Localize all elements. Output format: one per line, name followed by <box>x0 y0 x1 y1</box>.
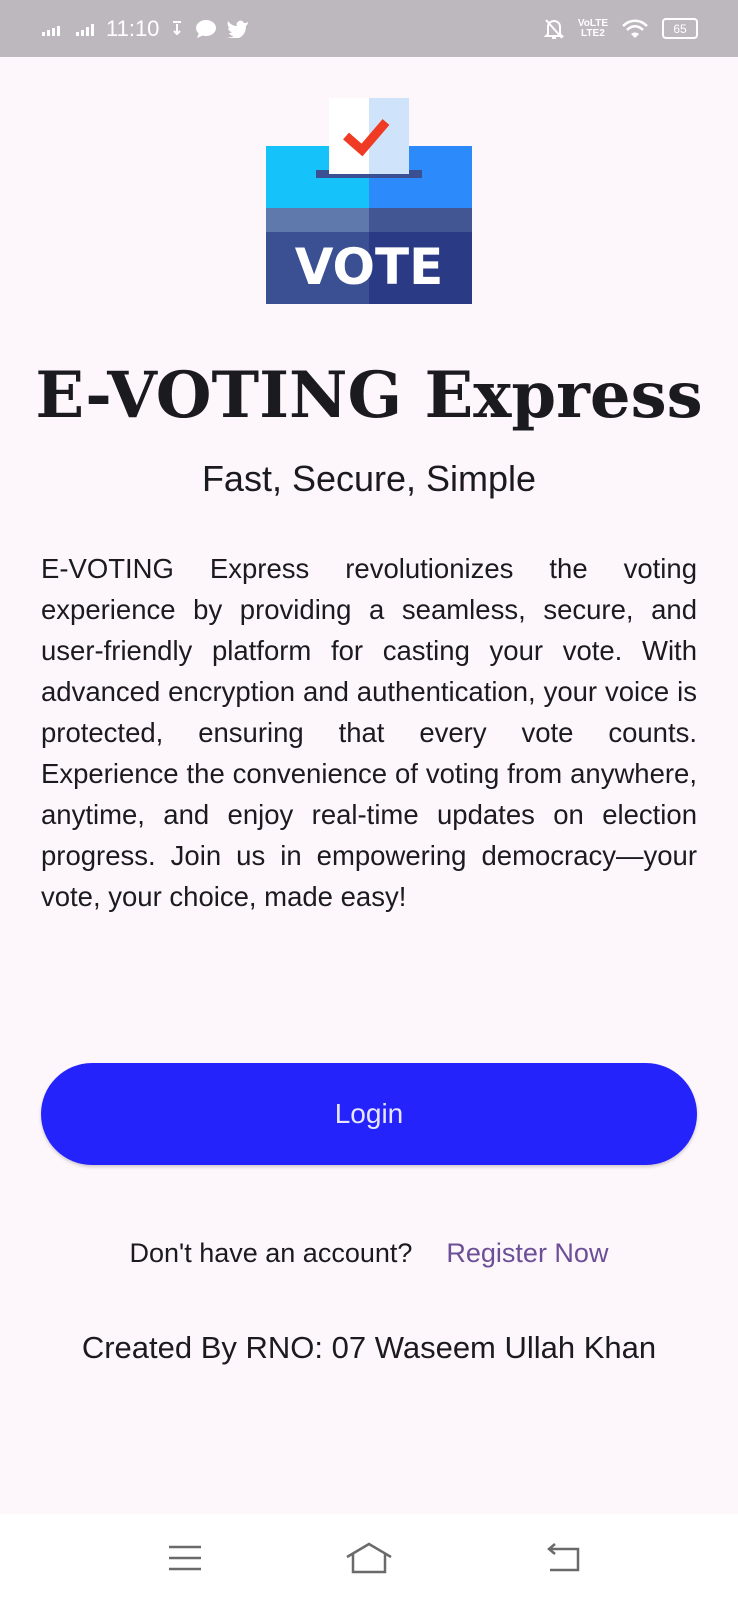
menu-icon[interactable] <box>160 1536 210 1580</box>
register-row: Don't have an account? Register Now <box>0 1238 738 1269</box>
status-left: 11:10 <box>42 0 249 57</box>
back-icon[interactable] <box>540 1536 590 1580</box>
network-type-label: LTE2 <box>581 27 605 39</box>
register-now-link[interactable]: Register Now <box>446 1238 608 1268</box>
message-icon <box>196 19 217 38</box>
signal-icon <box>42 22 60 36</box>
battery-level: 65 <box>673 21 687 36</box>
login-button[interactable]: Login <box>41 1063 697 1165</box>
signal-icon <box>76 22 94 36</box>
twitter-icon <box>227 20 249 38</box>
box-band-left <box>266 208 369 232</box>
battery-icon: 65 <box>662 18 698 39</box>
credit-text: Created By RNO: 07 Waseem Ullah Khan <box>81 1330 657 1365</box>
logo-vote-text: VOTE <box>295 238 444 296</box>
app-title: E-VOTING Express <box>35 358 703 433</box>
status-time: 11:10 <box>106 15 160 41</box>
volte-label: VoLTE <box>577 17 608 29</box>
app-description: E-VOTING Express revolutionizes the voti… <box>41 553 697 912</box>
navigation-bar <box>0 1514 738 1600</box>
mute-icon <box>543 18 564 39</box>
status-bar: 11:10 VoLTE LTE2 65 <box>0 0 738 57</box>
status-right: VoLTE LTE2 65 <box>543 0 698 57</box>
volte-icon: VoLTE LTE2 <box>577 17 608 39</box>
register-prompt: Don't have an account? <box>129 1238 413 1268</box>
vote-box-logo: VOTE <box>266 98 472 304</box>
home-icon[interactable] <box>344 1536 394 1580</box>
box-band-right <box>369 208 472 232</box>
wifi-icon <box>622 19 648 38</box>
app-subtitle: Fast, Secure, Simple <box>201 458 537 499</box>
download-icon <box>173 20 182 35</box>
